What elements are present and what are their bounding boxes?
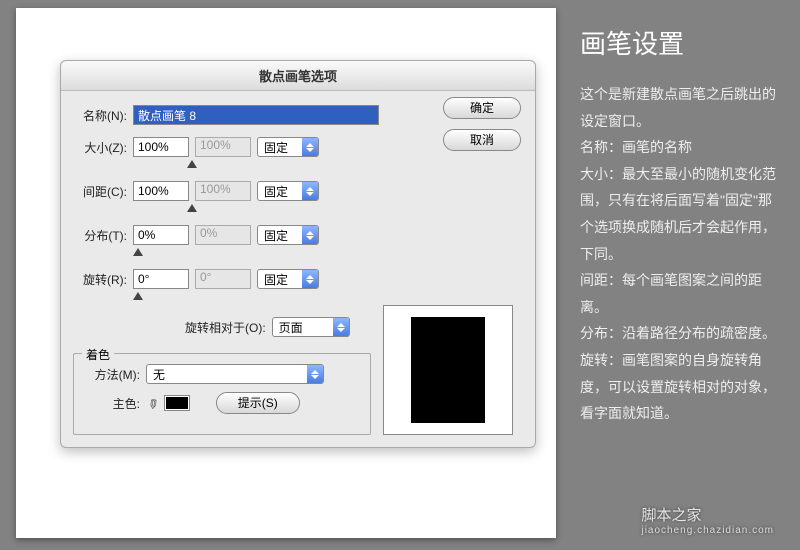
spacing-mode-select[interactable]: 固定	[257, 181, 319, 201]
hint-button[interactable]: 提示(S)	[216, 392, 300, 414]
scatter-label: 分布(T):	[73, 227, 127, 244]
rotation-relative-label: 旋转相对于(O):	[185, 319, 266, 336]
side-text: 这个是新建散点画笔之后跳出的设定窗口。 名称：画笔的名称 大小：最大至最小的随机…	[580, 81, 784, 427]
eyedropper-icon[interactable]: ✎	[142, 393, 162, 413]
spacing-label: 间距(C):	[73, 183, 127, 200]
scatter-input-1[interactable]	[133, 225, 189, 245]
watermark: 脚本之家 jiaocheng.chazidian.com	[641, 504, 774, 536]
scatter-mode-select[interactable]: 固定	[257, 225, 319, 245]
spacing-input-1[interactable]	[133, 181, 189, 201]
brush-preview	[383, 305, 513, 435]
spacing-input-2: 100%	[195, 181, 251, 201]
name-label: 名称(N):	[73, 107, 127, 124]
method-label: 方法(M):	[84, 366, 140, 383]
rotation-input-1[interactable]	[133, 269, 189, 289]
size-mode-select[interactable]: 固定	[257, 137, 319, 157]
scatter-input-2: 0%	[195, 225, 251, 245]
chevron-updown-icon	[333, 318, 349, 336]
rotation-input-2: 0°	[195, 269, 251, 289]
method-select[interactable]: 无	[146, 364, 324, 384]
chevron-updown-icon	[302, 182, 318, 200]
scatter-brush-dialog: 散点画笔选项 确定 取消 名称(N): 大小(Z): 100% 固定	[60, 60, 536, 448]
size-slider[interactable]	[133, 163, 193, 175]
side-title: 画笔设置	[580, 24, 784, 61]
brush-preview-shape	[411, 317, 485, 423]
rotation-relative-select[interactable]: 页面	[272, 317, 350, 337]
size-input-1[interactable]	[133, 137, 189, 157]
keycolor-swatch[interactable]	[164, 395, 190, 411]
rotation-mode-select[interactable]: 固定	[257, 269, 319, 289]
colorization-group: 着色 方法(M): 无 主色: ✎ 提示(S)	[73, 353, 371, 435]
rotation-slider[interactable]	[133, 295, 193, 307]
explanation-panel: 画笔设置 这个是新建散点画笔之后跳出的设定窗口。 名称：画笔的名称 大小：最大至…	[564, 0, 800, 550]
chevron-updown-icon	[307, 365, 323, 383]
ok-button[interactable]: 确定	[443, 97, 521, 119]
size-label: 大小(Z):	[73, 139, 127, 156]
chevron-updown-icon	[302, 226, 318, 244]
size-input-2: 100%	[195, 137, 251, 157]
chevron-updown-icon	[302, 270, 318, 288]
name-input[interactable]	[133, 105, 379, 125]
scatter-slider[interactable]	[133, 251, 193, 263]
colorization-group-title: 着色	[82, 346, 114, 363]
document-canvas: 散点画笔选项 确定 取消 名称(N): 大小(Z): 100% 固定	[16, 8, 556, 538]
dialog-title: 散点画笔选项	[61, 61, 535, 91]
spacing-slider[interactable]	[133, 207, 193, 219]
chevron-updown-icon	[302, 138, 318, 156]
rotation-label: 旋转(R):	[73, 271, 127, 288]
keycolor-label: 主色:	[84, 395, 140, 412]
